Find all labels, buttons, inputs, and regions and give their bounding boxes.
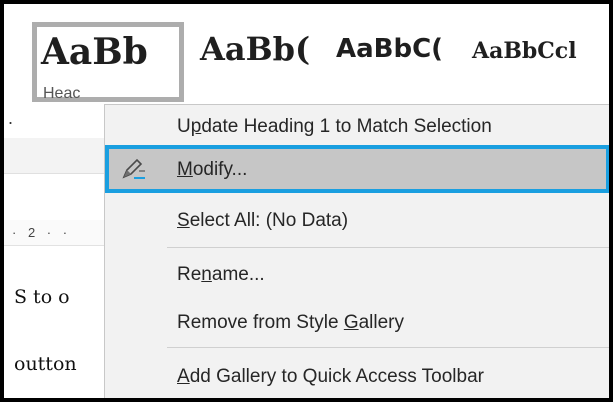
style-gallery: AaBb Heac AaBb( AaBbC( AaBbCcl . bbox=[4, 4, 609, 128]
document-text-line: outton bbox=[14, 353, 77, 375]
menu-item-label: Add Gallery to Quick Access Toolbar bbox=[177, 366, 484, 387]
menu-separator bbox=[167, 347, 609, 348]
menu-separator bbox=[167, 247, 609, 248]
screenshot-frame: AaBb Heac AaBb( AaBbC( AaBbCcl . · 2 · ·… bbox=[4, 4, 609, 398]
pencil-style-icon bbox=[121, 157, 147, 181]
menu-item-label: Modify... bbox=[177, 159, 248, 180]
menu-item-add-to-quick-access[interactable]: Add Gallery to Quick Access Toolbar bbox=[105, 357, 609, 397]
stray-dot: . bbox=[8, 108, 14, 128]
menu-item-label: Update Heading 1 to Match Selection bbox=[177, 116, 492, 137]
style-heading1-tile[interactable]: AaBb Heac bbox=[32, 22, 184, 102]
menu-item-update-heading[interactable]: Update Heading 1 to Match Selection bbox=[105, 107, 609, 147]
style-caption: Heac bbox=[43, 85, 81, 102]
menu-item-label: Select All: (No Data) bbox=[177, 210, 349, 231]
style-tile-2[interactable]: AaBb( bbox=[194, 22, 324, 102]
menu-item-modify[interactable]: Modify... bbox=[105, 145, 609, 193]
menu-item-select-all[interactable]: Select All: (No Data) bbox=[105, 201, 609, 241]
style-preview: AaBbC( bbox=[336, 34, 444, 64]
style-preview: AaBb bbox=[41, 31, 148, 73]
document-text-line: S to o bbox=[14, 286, 70, 308]
style-context-menu: Update Heading 1 to Match Selection Modi… bbox=[104, 104, 609, 398]
menu-item-remove-from-gallery[interactable]: Remove from Style Gallery bbox=[105, 303, 609, 343]
style-preview: AaBbCcl bbox=[472, 38, 577, 64]
menu-item-label: Rename... bbox=[177, 264, 265, 285]
menu-item-rename[interactable]: Rename... bbox=[105, 255, 609, 295]
style-tile-3[interactable]: AaBbC( bbox=[330, 22, 458, 102]
menu-item-label: Remove from Style Gallery bbox=[177, 312, 405, 333]
style-preview: AaBb( bbox=[200, 30, 311, 68]
style-tile-4[interactable]: AaBbCcl bbox=[466, 22, 609, 102]
